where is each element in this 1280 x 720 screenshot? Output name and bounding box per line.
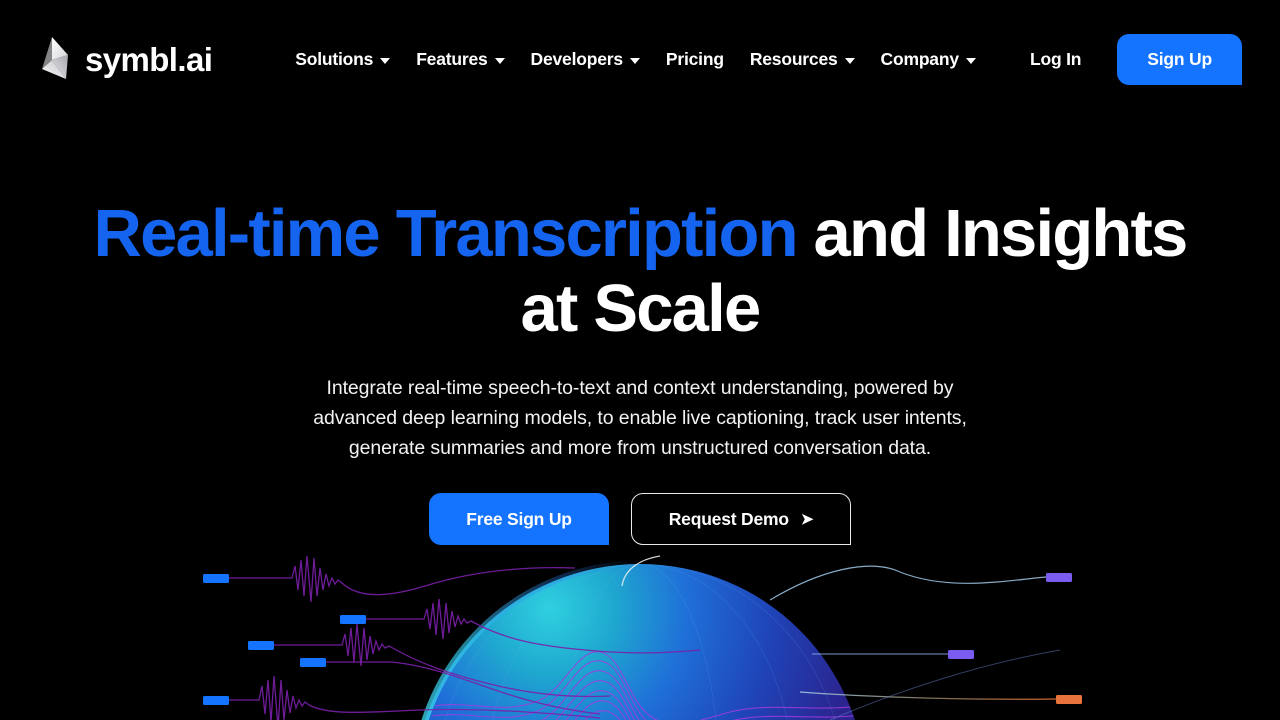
main-navbar: symbl.ai Solutions Features Developers P…	[0, 0, 1280, 118]
nav-item-label: Developers	[530, 48, 624, 69]
symbl-bolt-mark-icon	[42, 37, 68, 79]
landing-page: symbl.ai Solutions Features Developers P…	[0, 0, 1280, 720]
nav-links: Solutions Features Developers Pricing Re…	[282, 41, 989, 78]
headline-accent: Real-time Transcription	[93, 196, 798, 271]
free-signup-button[interactable]: Free Sign Up	[429, 493, 609, 545]
headline-rest: and Insights at Scale	[520, 196, 1189, 346]
left-connector-lines	[229, 555, 701, 720]
nav-item-resources[interactable]: Resources	[737, 41, 868, 78]
request-demo-button[interactable]: Request Demo ➤	[631, 493, 851, 545]
nav-item-label: Resources	[749, 48, 838, 69]
nav-item-solutions[interactable]: Solutions	[282, 41, 403, 78]
hero-cta-row: Free Sign Up Request Demo ➤	[0, 493, 1280, 545]
chevron-down-icon	[629, 57, 640, 64]
nav-item-pricing[interactable]: Pricing	[653, 41, 737, 78]
globe-sphere	[421, 560, 855, 720]
chevron-down-icon	[494, 57, 505, 64]
page-title: Real-time Transcription and Insights at …	[0, 196, 1280, 346]
nav-item-label: Pricing	[665, 48, 724, 69]
chevron-down-icon	[965, 57, 976, 64]
globe-meridians	[434, 564, 846, 720]
right-signal-markers	[948, 573, 1082, 704]
chevron-down-icon	[380, 57, 391, 64]
globe-halo-arc	[621, 555, 661, 587]
signup-button[interactable]: Sign Up	[1117, 33, 1242, 85]
hero-subhead: Integrate real-time speech-to-text and c…	[313, 377, 967, 459]
brand-logo[interactable]: symbl.ai	[38, 33, 213, 85]
left-signal-markers	[203, 574, 366, 705]
globe-topography	[421, 651, 866, 720]
nav-item-developers[interactable]: Developers	[518, 41, 653, 78]
request-demo-label: Request Demo	[668, 508, 789, 529]
nav-item-label: Features	[416, 48, 488, 69]
nav-item-label: Solutions	[295, 48, 374, 69]
nav-item-label: Company	[880, 48, 960, 69]
login-link[interactable]: Log In	[1014, 39, 1097, 80]
chevron-down-icon	[844, 57, 855, 64]
chevron-right-icon: ➤	[800, 510, 814, 528]
right-connector-lines	[769, 565, 1061, 720]
nav-actions: Log In Sign Up	[1014, 33, 1242, 85]
brand-name: symbl.ai	[85, 40, 213, 78]
nav-item-company[interactable]: Company	[868, 41, 989, 78]
nav-item-features[interactable]: Features	[403, 41, 517, 78]
